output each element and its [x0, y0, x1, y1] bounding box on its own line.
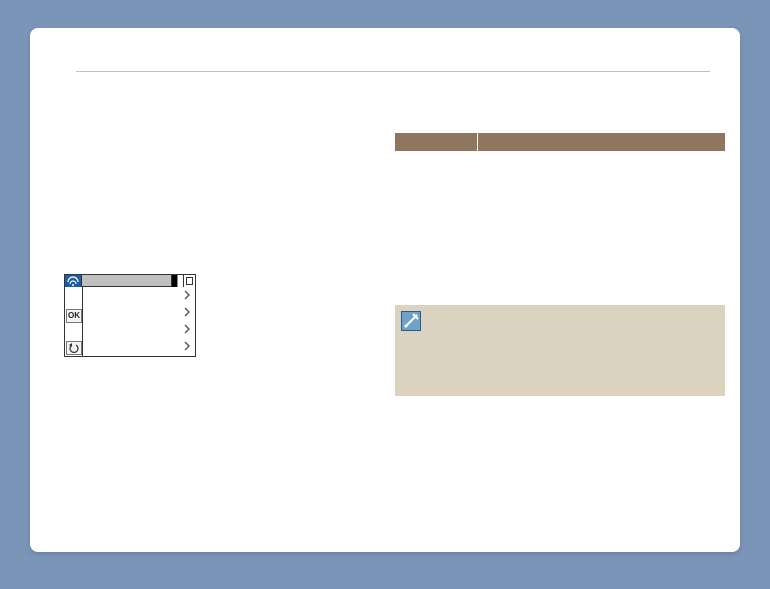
chevron-right-icon — [183, 324, 191, 334]
device-menu-item[interactable] — [83, 338, 195, 355]
window-icon — [183, 275, 195, 287]
note-box — [395, 305, 725, 396]
chevron-right-icon — [183, 341, 191, 351]
back-arrow-icon — [68, 343, 80, 353]
device-side-buttons: OK — [65, 287, 83, 356]
table-header — [395, 133, 725, 151]
divider — [76, 71, 710, 72]
battery-icon — [171, 275, 183, 287]
back-button[interactable] — [66, 341, 82, 355]
note-icon — [401, 311, 421, 331]
device-menu-item[interactable] — [83, 287, 195, 304]
titlebar-right-icons — [171, 275, 195, 287]
device-menu-item[interactable] — [83, 321, 195, 338]
device-menu — [83, 287, 195, 356]
chevron-right-icon — [183, 290, 191, 300]
table-header-cell — [395, 133, 478, 151]
chevron-right-icon — [183, 307, 191, 317]
page-card: OK — [30, 28, 740, 552]
device-menu-item[interactable] — [83, 304, 195, 321]
device-titlebar — [65, 275, 195, 287]
wireless-icon — [65, 275, 82, 287]
table-header-cell — [478, 133, 725, 151]
device-mock: OK — [64, 274, 196, 357]
ok-button[interactable]: OK — [66, 309, 82, 323]
